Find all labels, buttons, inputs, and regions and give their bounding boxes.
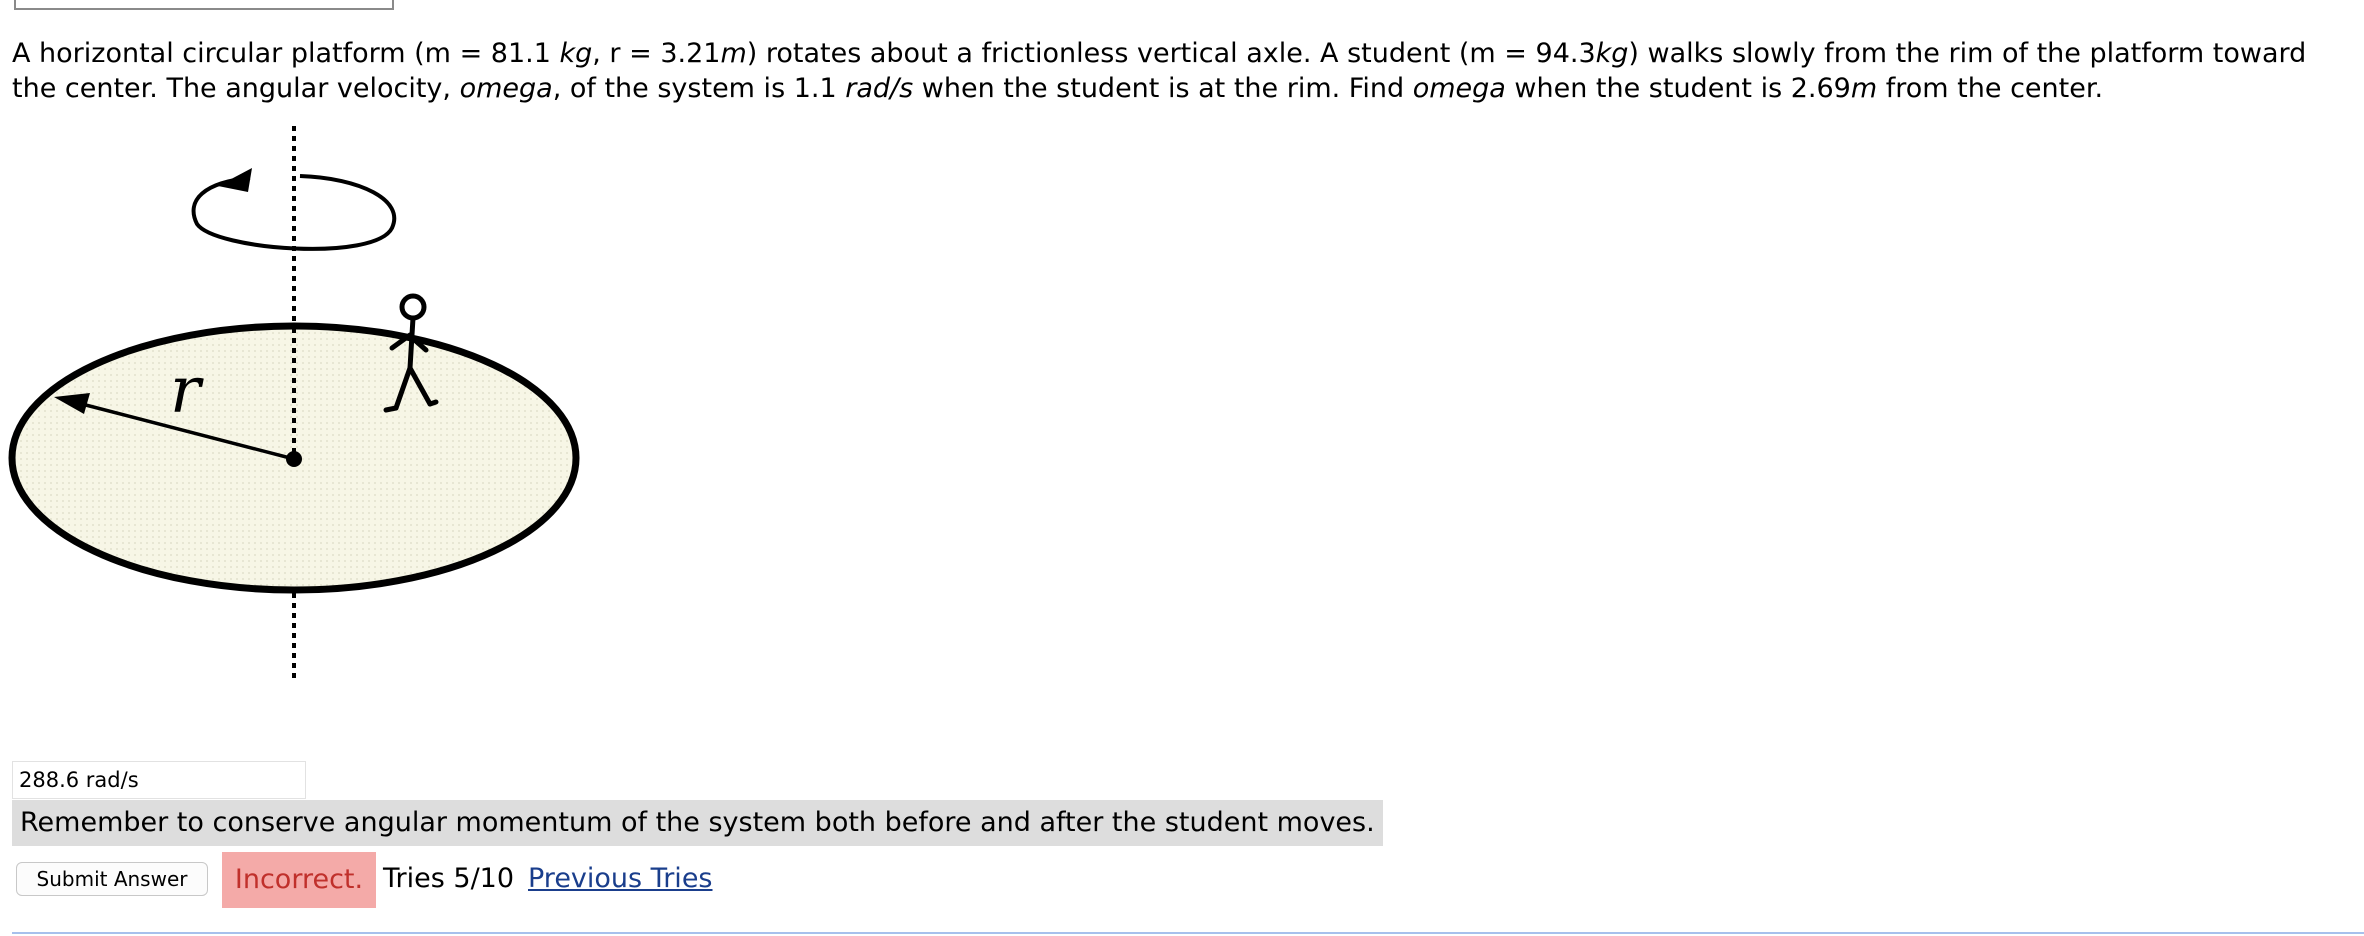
problem-text-part: , r = 3.21 bbox=[592, 38, 721, 69]
tries-counter: Tries 5/10 bbox=[383, 863, 515, 894]
problem-text-part: from the center. bbox=[1877, 73, 2104, 104]
hint-message: Remember to conserve angular momentum of… bbox=[12, 800, 1383, 846]
platform-diagram: r bbox=[8, 126, 580, 682]
unit-kg: kg bbox=[1595, 38, 1629, 69]
problem-text-part: when the student is at the rim. Find bbox=[913, 73, 1413, 104]
problem-text-part: when the student is 2.69 bbox=[1505, 73, 1851, 104]
unit-kg: kg bbox=[559, 38, 593, 69]
bottom-divider bbox=[12, 932, 2364, 934]
symbol-omega: omega bbox=[459, 73, 553, 104]
problem-text-part: , of the system is 1.1 bbox=[552, 73, 846, 104]
top-field-box bbox=[14, 0, 394, 10]
incorrect-status-badge: Incorrect. bbox=[222, 852, 376, 908]
problem-statement: A horizontal circular platform (m = 81.1… bbox=[12, 36, 2357, 106]
radius-label: r bbox=[170, 354, 204, 428]
unit-m: m bbox=[720, 38, 747, 69]
unit-rad-s: rad/s bbox=[845, 73, 914, 104]
answer-input[interactable] bbox=[12, 761, 306, 799]
previous-tries-link[interactable]: Previous Tries bbox=[528, 862, 713, 896]
symbol-omega: omega bbox=[1412, 73, 1506, 104]
unit-m: m bbox=[1850, 73, 1878, 104]
problem-text-part: A horizontal circular platform (m = 81.1 bbox=[12, 38, 560, 69]
submit-answer-button[interactable]: Submit Answer bbox=[16, 862, 208, 896]
problem-text-part: ) rotates about a frictionless vertical … bbox=[746, 38, 1596, 69]
